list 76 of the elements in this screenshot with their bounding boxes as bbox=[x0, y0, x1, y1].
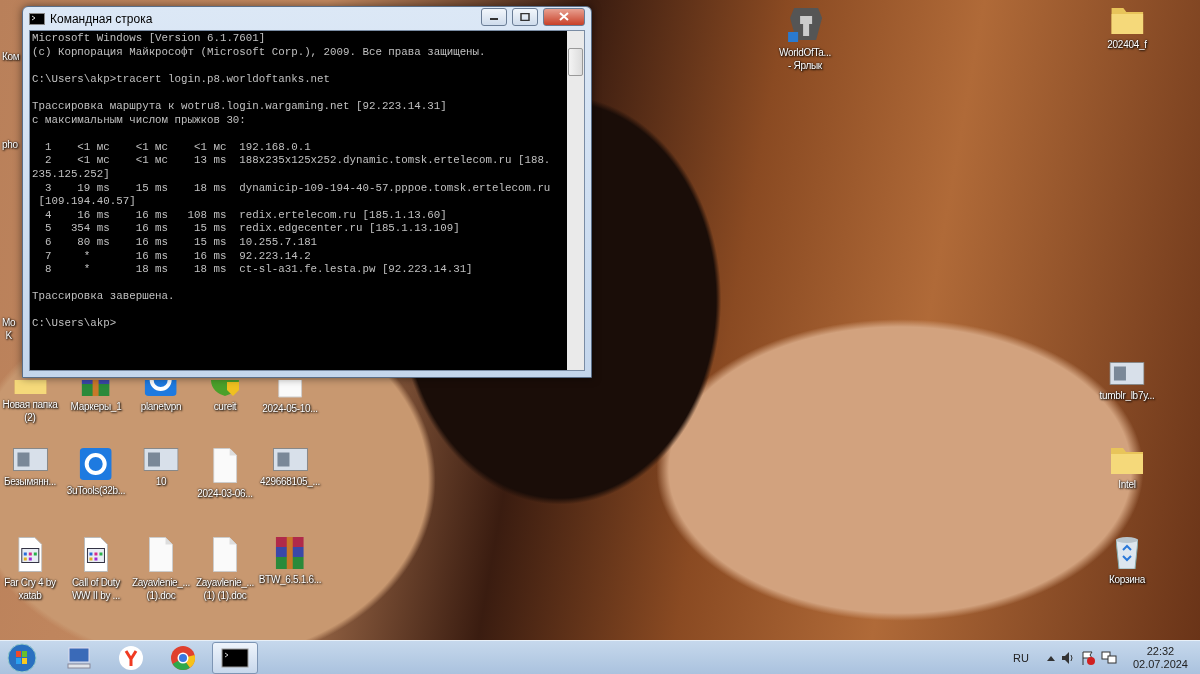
app-icon bbox=[145, 380, 177, 396]
computer-icon bbox=[66, 645, 92, 670]
console-line: (c) Корпорация Майкрософт (Microsoft Corp.), 2009. Все права защищены. bbox=[32, 45, 487, 60]
recycle-bin-icon bbox=[1116, 537, 1138, 569]
document-icon bbox=[278, 380, 302, 398]
app-icon bbox=[80, 448, 112, 480]
maximize-button[interactable] bbox=[512, 7, 538, 26]
console-line: 235.125.252] bbox=[32, 167, 111, 182]
shield-emblem-icon bbox=[788, 8, 822, 42]
terminal-icon bbox=[221, 647, 249, 668]
chevron-up-icon[interactable] bbox=[1046, 654, 1055, 661]
console-line: Трассировка завершена. bbox=[32, 290, 176, 304]
desktop-shortcut[interactable]: Корзина bbox=[1109, 537, 1145, 586]
console-line: 1 <1 мс <1 мс <1 мс 192.168.0.1 bbox=[43, 140, 312, 155]
network-icon[interactable] bbox=[1100, 650, 1117, 665]
desktop-shortcut[interactable]: pho bbox=[2, 138, 18, 151]
image-thumbnail-icon bbox=[1109, 362, 1145, 385]
taskbar-button[interactable] bbox=[212, 641, 258, 674]
image-thumbnail-icon bbox=[12, 448, 48, 471]
image-thumbnail-icon bbox=[143, 448, 179, 471]
windows-orb-icon bbox=[7, 642, 37, 673]
console-line: 2 <1 мс <1 мс 13 ms 188x235x125x252.dynamic.tomsk.ertelecom.ru [188. bbox=[43, 154, 552, 168]
console-line: 3 19 ms 15 ms 18 ms dynamicip-109-194-40-57.pppoe.tomsk.ertelecom.ru bbox=[43, 181, 552, 196]
desktop-shortcut[interactable]: 2024-03-06... bbox=[197, 448, 253, 500]
clock[interactable]: 22:32 02.07.2024 bbox=[1132, 644, 1188, 671]
desktop-shortcut[interactable]: Far Cry 4 by xatab bbox=[4, 537, 56, 602]
console-line: 6 80 ms 16 ms 15 ms 10.255.7.181 bbox=[43, 235, 319, 250]
scrollbar[interactable] bbox=[567, 31, 584, 370]
desktop-shortcut[interactable]: Безымянн... bbox=[4, 448, 56, 488]
archive-books-icon bbox=[276, 537, 304, 569]
desktop-shortcut[interactable]: 202404_f bbox=[1107, 8, 1147, 51]
start-button[interactable] bbox=[4, 641, 40, 674]
close-button[interactable] bbox=[543, 7, 585, 26]
desktop-shortcut[interactable]: BTW_6.5.1.6... bbox=[258, 537, 322, 586]
flag-error-icon[interactable] bbox=[1080, 650, 1095, 665]
console-line: 8 * 18 ms 18 ms ct-sl-a31.fe.lesta.pw [92.223.14.31] bbox=[43, 263, 474, 277]
image-thumbnail-icon bbox=[272, 448, 308, 471]
desktop-shortcut[interactable]: 3uTools(32b... bbox=[66, 448, 126, 497]
desktop-shortcut[interactable]: Zayavlenie_... (1).doc bbox=[131, 537, 191, 602]
folder-icon bbox=[1111, 8, 1143, 34]
console-line: 4 16 ms 16 ms 108 ms redix.ertelecom.ru [185.1.13.60] bbox=[43, 208, 448, 223]
console-line: C:\Users\akp>tracert login.p8.worldoftanks.net bbox=[32, 72, 332, 87]
desktop-shortcut[interactable]: Mo K bbox=[2, 316, 16, 342]
console-line: Трассировка маршрута к wotru8.login.wargaming.net [92.223.14.31] bbox=[32, 99, 448, 114]
console-line: C:\Users\akp> bbox=[32, 317, 118, 332]
console-line: [109.194.40.57] bbox=[37, 195, 137, 209]
close-icon bbox=[559, 12, 569, 21]
desktop-shortcut[interactable]: Zayavlenie_... (1) (1).doc bbox=[195, 537, 255, 602]
document-icon bbox=[213, 537, 237, 572]
browser-y-icon bbox=[118, 644, 144, 671]
program-file-icon bbox=[18, 537, 42, 572]
scroll-thumb[interactable] bbox=[568, 48, 583, 76]
speaker-icon[interactable] bbox=[1060, 650, 1075, 665]
console-line: 7 * 16 ms 16 ms 92.223.14.2 bbox=[43, 249, 312, 264]
language-indicator[interactable]: RU bbox=[1013, 651, 1029, 664]
document-icon bbox=[149, 537, 173, 572]
folder-icon bbox=[14, 380, 46, 394]
terminal-icon bbox=[29, 12, 45, 25]
maximize-icon bbox=[520, 12, 530, 21]
desktop-shortcut[interactable]: Intel bbox=[1111, 448, 1143, 491]
chrome-icon bbox=[170, 644, 196, 671]
program-file-icon bbox=[84, 537, 108, 572]
desktop-shortcut[interactable]: WorldOfTa... - Ярлык bbox=[779, 8, 831, 72]
desktop-shortcut[interactable]: 2024-05-10... bbox=[262, 380, 318, 415]
console-line: Microsoft Windows [Version 6.1.7601] bbox=[32, 32, 267, 46]
window-title: Командная строка bbox=[50, 11, 154, 26]
desktop-shortcut[interactable]: 10 bbox=[143, 448, 179, 488]
document-icon bbox=[213, 448, 237, 483]
desktop-shortcut[interactable]: tumblr_lb7y... bbox=[1099, 362, 1155, 402]
desktop-shortcut[interactable]: Call of Duty WW II by ... bbox=[71, 537, 121, 602]
console-line: с максимальным числом прыжков 30: bbox=[32, 113, 247, 128]
desktop-shortcut[interactable]: Ком bbox=[2, 50, 20, 63]
console-line: 5 354 ms 16 ms 15 ms redix.edgecenter.ru [185.1.13.109] bbox=[43, 222, 461, 236]
desktop-shortcut[interactable]: 429668105_... bbox=[259, 448, 321, 488]
minimize-button[interactable] bbox=[481, 7, 507, 26]
folder-icon bbox=[1111, 448, 1143, 474]
